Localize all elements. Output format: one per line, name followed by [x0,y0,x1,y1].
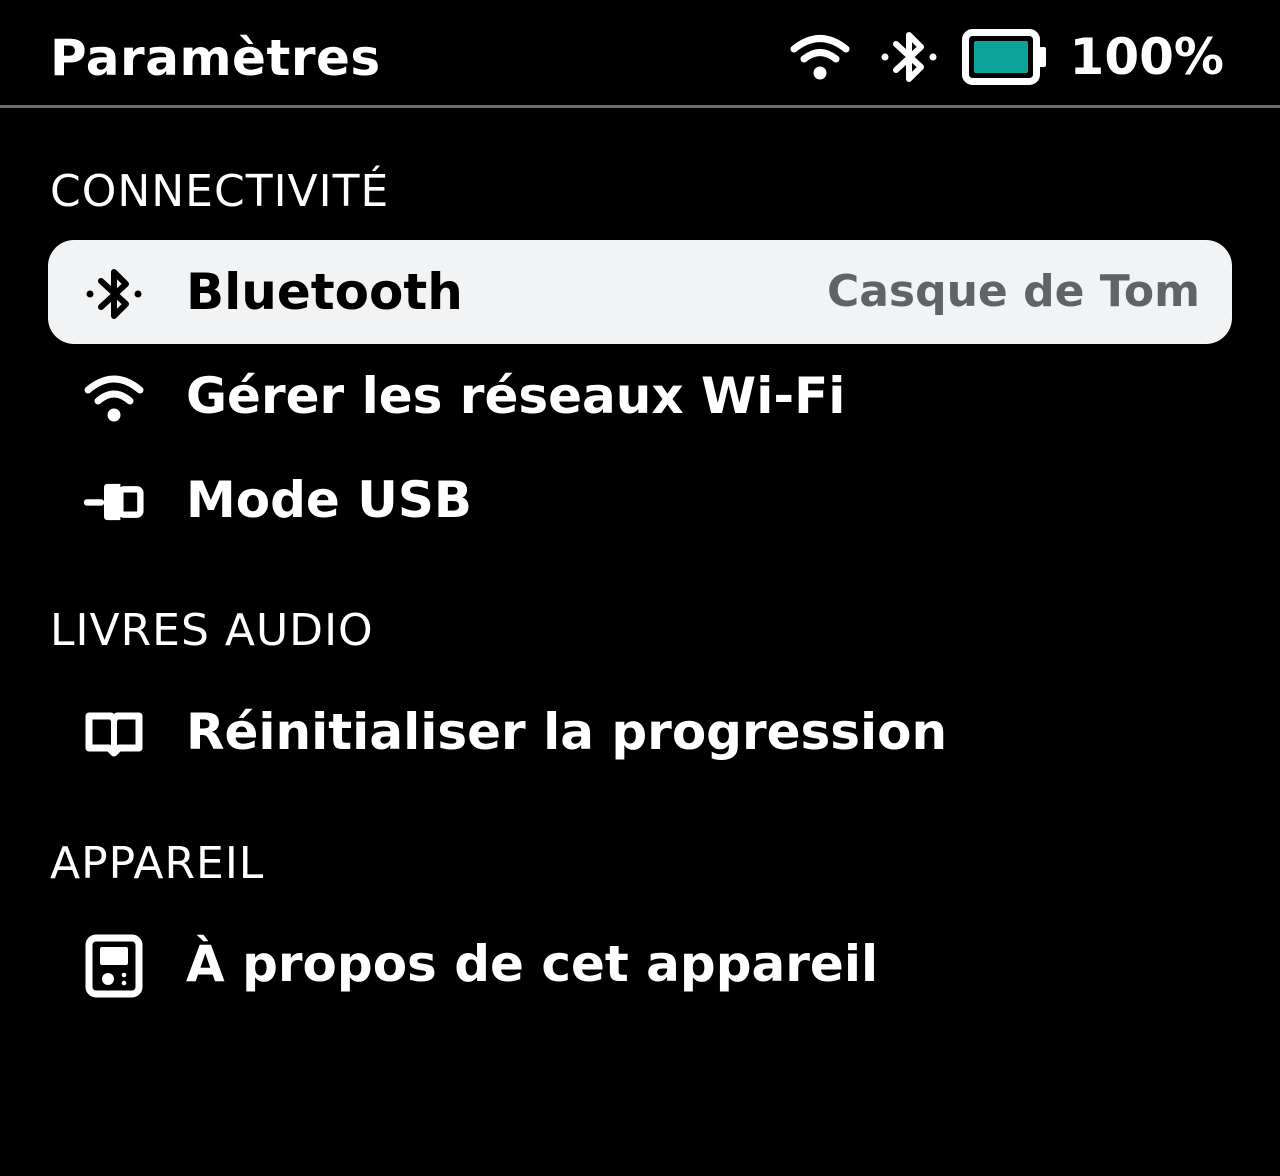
battery-fill [973,41,1028,73]
connected-device-name: Casque de Tom [826,266,1200,317]
settings-row-bluetooth[interactable]: Bluetooth Casque de Tom [48,240,1232,344]
settings-row-label: À propos de cet appareil [186,935,879,993]
settings-row-reset-progress[interactable]: Réinitialiser la progression [48,680,1232,784]
settings-row-label: Réinitialiser la progression [186,703,948,761]
page-title: Paramètres [50,29,381,87]
section-header-connectivity: CONNECTIVITÉ [50,166,390,217]
open-book-icon [84,704,144,764]
settings-row-label: Mode USB [186,471,472,529]
bluetooth-icon [84,264,144,324]
settings-row-usb-mode[interactable]: Mode USB [48,448,1232,552]
status-icons: 100% [790,22,1224,92]
settings-row-about-device[interactable]: À propos de cet appareil [48,912,1232,1016]
wifi-icon [790,35,850,80]
settings-row-wifi-networks[interactable]: Gérer les réseaux Wi-Fi [48,344,1232,448]
battery-percent: 100% [1069,28,1224,86]
wifi-icon [84,368,144,428]
settings-row-label: Gérer les réseaux Wi-Fi [186,367,846,425]
usb-plug-icon [84,472,144,532]
battery-icon [961,29,1046,85]
device-icon [84,934,144,998]
section-header-device: APPAREIL [50,838,265,889]
section-header-audiobooks: LIVRES AUDIO [50,605,374,656]
settings-row-label: Bluetooth [186,263,463,321]
bluetooth-icon [881,32,937,82]
status-bar: Paramètres 100% [0,0,1280,108]
